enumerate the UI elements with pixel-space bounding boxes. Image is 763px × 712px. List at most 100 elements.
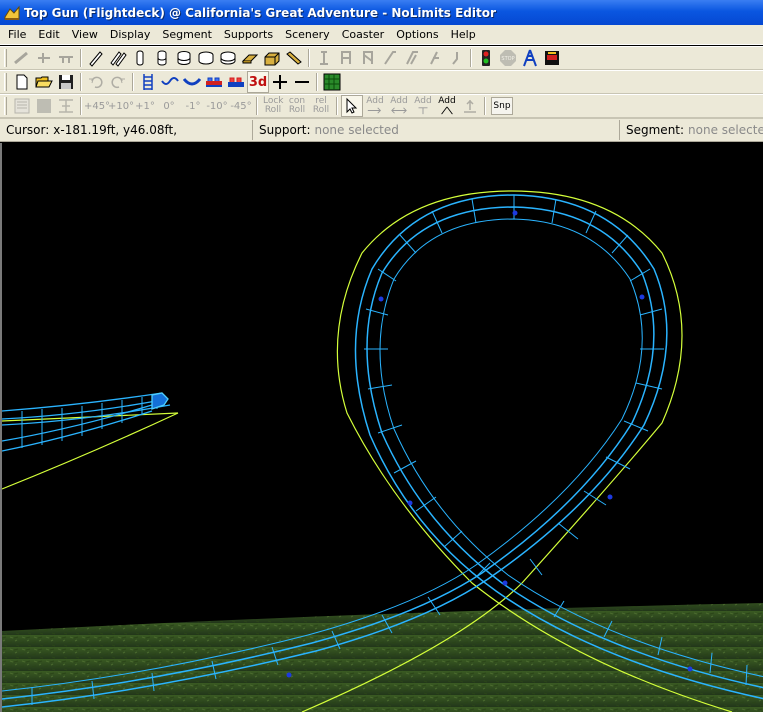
support-tool-5-button[interactable] [401,47,423,69]
pencil-icon [89,51,103,67]
align-button[interactable] [55,95,77,117]
draw-double-track-button[interactable] [107,47,129,69]
add-segment-3-button[interactable]: Add [411,95,435,117]
open-file-button[interactable] [33,71,55,93]
menu-scenery[interactable]: Scenery [279,25,336,45]
menu-options[interactable]: Options [390,25,444,45]
cursor-status: Cursor: x-181.19ft, y46.08ft, [0,120,253,140]
train-icon [228,77,244,87]
block-3-button[interactable] [283,47,305,69]
scene-canvas[interactable] [2,143,763,712]
menu-file[interactable]: File [2,25,32,45]
block-1-button[interactable] [239,47,261,69]
fill-button[interactable] [33,95,55,117]
traffic-light-button[interactable] [475,47,497,69]
track-node[interactable] [512,210,518,216]
support-base-button[interactable] [459,95,481,117]
menu-segment[interactable]: Segment [156,25,218,45]
add-support-icon [418,107,428,115]
support-tool-6-button[interactable] [423,47,445,69]
pitch-plus10-button[interactable]: +10° [108,95,134,117]
support-slant-icon [430,51,439,65]
view-3d-button[interactable]: 3d [247,71,269,93]
pitch-plus45-button[interactable]: +45° [84,95,110,117]
add-segment-1-button[interactable]: Add [363,95,387,117]
properties-button[interactable] [11,95,33,117]
tower-button[interactable] [519,47,541,69]
undo-button[interactable] [85,71,107,93]
con-roll-button[interactable]: con Roll [285,95,309,117]
track-ties-button[interactable] [137,71,159,93]
toolbar-grip[interactable] [4,49,7,67]
segment-key: Segment: [626,123,685,137]
menu-coaster[interactable]: Coaster [336,25,391,45]
dip-icon [183,78,201,86]
stop-icon: STOP [500,50,516,66]
train-red-button[interactable] [203,71,225,93]
draw-track-button[interactable] [85,47,107,69]
train-blue-button[interactable] [225,71,247,93]
cylinder-3-button[interactable] [173,47,195,69]
menu-edit[interactable]: Edit [32,25,65,45]
support-tool-1-button[interactable] [313,47,335,69]
track-node[interactable] [407,500,413,506]
grid-map-button[interactable] [321,71,343,93]
train-car-button[interactable] [541,47,563,69]
segment-tool-1-button[interactable] [11,47,33,69]
pitch-zero-button[interactable]: 0° [157,95,181,117]
menu-display[interactable]: Display [104,25,157,45]
add-segment-4-button[interactable]: Add [435,95,459,117]
add-node-icon [367,107,382,114]
add-label: Add [366,96,384,106]
remove-point-button[interactable] [291,71,313,93]
pitch-minus10-button[interactable]: -10° [205,95,229,117]
support-tool-2-button[interactable] [335,47,357,69]
add-point-button[interactable] [269,71,291,93]
menu-help[interactable]: Help [445,25,482,45]
support-tool-3-button[interactable] [357,47,379,69]
menu-supports[interactable]: Supports [218,25,279,45]
track-node[interactable] [607,494,613,500]
track-node[interactable] [286,672,292,678]
pitch-minus45-button[interactable]: -45° [229,95,253,117]
track-node[interactable] [502,580,508,586]
pitch-minus45-label: -45° [230,100,252,112]
align-icon [59,99,73,113]
menu-view[interactable]: View [66,25,104,45]
segment-tool-2-button[interactable] [33,47,55,69]
double-pencil-icon [110,51,127,67]
segment-tool-3-button[interactable] [55,47,77,69]
lock-roll-button[interactable]: Lock Roll [261,95,285,117]
cylinder-5-button[interactable] [217,47,239,69]
add-segment-2-button[interactable]: Add [387,95,411,117]
cylinder-1-button[interactable] [129,47,151,69]
save-file-button[interactable] [55,71,77,93]
redo-button[interactable] [107,71,129,93]
track-node[interactable] [378,296,384,302]
cylinder-icon [157,50,167,66]
wave-track-button[interactable] [159,71,181,93]
snap-button[interactable]: Snp [491,97,513,115]
pitch-minus1-button[interactable]: -1° [181,95,205,117]
track-node[interactable] [687,666,693,672]
stop-button[interactable]: STOP [497,47,519,69]
new-file-button[interactable] [11,71,33,93]
cylinder-2-button[interactable] [151,47,173,69]
block-2-button[interactable] [261,47,283,69]
grid-map-icon [323,73,341,91]
dip-track-button[interactable] [181,71,203,93]
block-icon [264,52,280,66]
toolbar-grip[interactable] [4,97,7,115]
floppy-disk-icon [59,75,73,89]
cylinder-icon [198,51,214,65]
toolbar-grip[interactable] [4,73,7,91]
pitch-plus1-button[interactable]: +1° [133,95,157,117]
rel-roll-button[interactable]: rel Roll [309,95,333,117]
support-tool-4-button[interactable] [379,47,401,69]
support-tool-7-button[interactable] [445,47,467,69]
track-node[interactable] [639,294,645,300]
3d-viewport[interactable] [0,143,763,712]
select-button[interactable] [341,95,363,117]
cylinder-4-button[interactable] [195,47,217,69]
support-frame-icon [363,51,373,64]
